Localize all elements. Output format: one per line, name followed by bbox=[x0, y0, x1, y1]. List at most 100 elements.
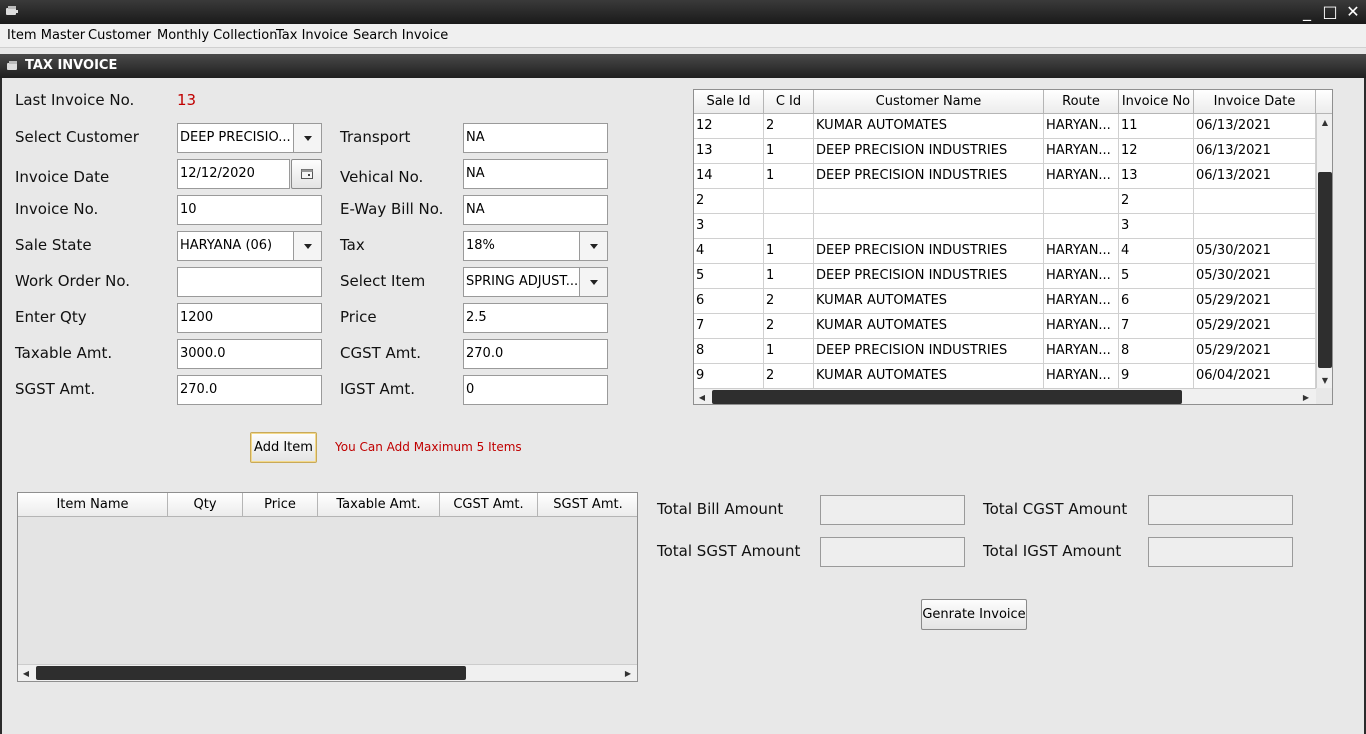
table-cell[interactable]: KUMAR AUTOMATES bbox=[814, 289, 1044, 314]
invoice-hscroll-thumb[interactable] bbox=[712, 390, 1182, 404]
col-c-id[interactable]: C Id bbox=[764, 90, 814, 114]
transport-input[interactable]: NA bbox=[463, 123, 608, 153]
table-cell[interactable]: 13 bbox=[1119, 164, 1194, 189]
menu-monthly-collection[interactable]: Monthly Collection bbox=[157, 28, 278, 43]
col-qty[interactable]: Qty bbox=[168, 493, 243, 517]
table-cell[interactable]: DEEP PRECISION INDUSTRIES bbox=[814, 164, 1044, 189]
table-cell[interactable]: 05/30/2021 bbox=[1194, 264, 1316, 289]
add-item-button[interactable]: Add Item bbox=[250, 432, 317, 463]
scroll-left-icon[interactable]: ◀ bbox=[18, 665, 34, 681]
invoice-table[interactable]: Sale Id C Id Customer Name Route Invoice… bbox=[693, 89, 1333, 405]
close-icon[interactable]: ✕ bbox=[1342, 2, 1364, 22]
table-cell[interactable]: 14 bbox=[694, 164, 764, 189]
qty-input[interactable]: 1200 bbox=[177, 303, 322, 333]
taxable-amt-input[interactable]: 3000.0 bbox=[177, 339, 322, 369]
total-cgst-field[interactable] bbox=[1148, 495, 1293, 525]
table-cell[interactable]: HARYAN... bbox=[1044, 339, 1119, 364]
table-cell[interactable] bbox=[1044, 214, 1119, 239]
table-cell[interactable]: 1 bbox=[764, 339, 814, 364]
chevron-down-icon[interactable] bbox=[293, 124, 321, 152]
table-cell[interactable]: 05/30/2021 bbox=[1194, 239, 1316, 264]
invoice-vscroll-thumb[interactable] bbox=[1318, 172, 1332, 368]
table-cell[interactable]: KUMAR AUTOMATES bbox=[814, 314, 1044, 339]
vehical-input[interactable]: NA bbox=[463, 159, 608, 189]
table-cell[interactable] bbox=[764, 214, 814, 239]
table-cell[interactable]: HARYAN... bbox=[1044, 314, 1119, 339]
table-cell[interactable] bbox=[764, 189, 814, 214]
table-cell[interactable]: 5 bbox=[1119, 264, 1194, 289]
table-cell[interactable]: 4 bbox=[1119, 239, 1194, 264]
sgst-amt-input[interactable]: 270.0 bbox=[177, 375, 322, 405]
total-bill-field[interactable] bbox=[820, 495, 965, 525]
table-cell[interactable]: 06/13/2021 bbox=[1194, 114, 1316, 139]
items-hscroll-thumb[interactable] bbox=[36, 666, 466, 680]
table-cell[interactable] bbox=[814, 214, 1044, 239]
table-cell[interactable]: 2 bbox=[764, 289, 814, 314]
chevron-down-icon[interactable] bbox=[579, 268, 607, 296]
chevron-down-icon[interactable] bbox=[293, 232, 321, 260]
table-cell[interactable]: DEEP PRECISION INDUSTRIES bbox=[814, 139, 1044, 164]
table-cell[interactable] bbox=[1194, 214, 1316, 239]
work-order-input[interactable] bbox=[177, 267, 322, 297]
table-cell[interactable]: 05/29/2021 bbox=[1194, 339, 1316, 364]
invoice-vscrollbar[interactable]: ▲ ▼ bbox=[1316, 114, 1332, 388]
table-cell[interactable]: KUMAR AUTOMATES bbox=[814, 114, 1044, 139]
table-cell[interactable]: 1 bbox=[764, 164, 814, 189]
col-customer-name[interactable]: Customer Name bbox=[814, 90, 1044, 114]
table-cell[interactable]: 3 bbox=[694, 214, 764, 239]
table-cell[interactable]: HARYAN... bbox=[1044, 239, 1119, 264]
menu-item-master[interactable]: Item Master bbox=[7, 28, 85, 43]
col-invoice-date[interactable]: Invoice Date bbox=[1194, 90, 1316, 114]
cgst-amt-input[interactable]: 270.0 bbox=[463, 339, 608, 369]
item-select[interactable]: SPRING ADJUST... bbox=[463, 267, 608, 297]
igst-amt-input[interactable]: 0 bbox=[463, 375, 608, 405]
menu-search-invoice[interactable]: Search Invoice bbox=[353, 28, 448, 43]
sale-state-select[interactable]: HARYANA (06) bbox=[177, 231, 322, 261]
invoice-hscrollbar[interactable]: ◀ ▶ bbox=[694, 388, 1316, 404]
scroll-down-icon[interactable]: ▼ bbox=[1317, 372, 1332, 388]
table-cell[interactable]: 6 bbox=[1119, 289, 1194, 314]
col-route[interactable]: Route bbox=[1044, 90, 1119, 114]
col-sale-id[interactable]: Sale Id bbox=[694, 90, 764, 114]
minimize-icon[interactable]: _ bbox=[1296, 2, 1318, 22]
table-cell[interactable] bbox=[814, 189, 1044, 214]
chevron-down-icon[interactable] bbox=[579, 232, 607, 260]
table-cell[interactable] bbox=[1194, 189, 1316, 214]
table-cell[interactable] bbox=[1044, 189, 1119, 214]
table-cell[interactable]: HARYAN... bbox=[1044, 139, 1119, 164]
items-table[interactable]: Item Name Qty Price Taxable Amt. CGST Am… bbox=[17, 492, 638, 682]
scroll-left-icon[interactable]: ◀ bbox=[694, 389, 710, 404]
table-cell[interactable]: 06/13/2021 bbox=[1194, 139, 1316, 164]
menu-customer[interactable]: Customer bbox=[88, 28, 151, 43]
scroll-right-icon[interactable]: ▶ bbox=[1298, 389, 1314, 404]
table-cell[interactable]: 06/13/2021 bbox=[1194, 164, 1316, 189]
table-cell[interactable]: HARYAN... bbox=[1044, 114, 1119, 139]
table-cell[interactable]: 7 bbox=[1119, 314, 1194, 339]
table-cell[interactable]: 06/04/2021 bbox=[1194, 364, 1316, 389]
table-cell[interactable]: 8 bbox=[1119, 339, 1194, 364]
table-cell[interactable]: DEEP PRECISION INDUSTRIES bbox=[814, 239, 1044, 264]
maximize-icon[interactable]: □ bbox=[1319, 2, 1341, 22]
table-cell[interactable]: DEEP PRECISION INDUSTRIES bbox=[814, 264, 1044, 289]
total-sgst-field[interactable] bbox=[820, 537, 965, 567]
table-cell[interactable]: 1 bbox=[764, 264, 814, 289]
table-cell[interactable]: 05/29/2021 bbox=[1194, 289, 1316, 314]
col-item-name[interactable]: Item Name bbox=[18, 493, 168, 517]
col-invoice-no[interactable]: Invoice No bbox=[1119, 90, 1194, 114]
customer-select[interactable]: DEEP PRECISIO... bbox=[177, 123, 322, 153]
table-cell[interactable]: DEEP PRECISION INDUSTRIES bbox=[814, 339, 1044, 364]
tax-select[interactable]: 18% bbox=[463, 231, 608, 261]
col-price[interactable]: Price bbox=[243, 493, 318, 517]
table-cell[interactable]: 2 bbox=[694, 189, 764, 214]
calendar-button[interactable] bbox=[291, 159, 322, 189]
eway-bill-input[interactable]: NA bbox=[463, 195, 608, 225]
generate-invoice-button[interactable]: Genrate Invoice bbox=[921, 599, 1027, 630]
menu-tax-invoice[interactable]: Tax Invoice bbox=[276, 28, 348, 43]
table-cell[interactable]: 3 bbox=[1119, 214, 1194, 239]
col-sgst-amt[interactable]: SGST Amt. bbox=[538, 493, 637, 517]
table-cell[interactable]: 11 bbox=[1119, 114, 1194, 139]
table-cell[interactable]: 6 bbox=[694, 289, 764, 314]
scroll-up-icon[interactable]: ▲ bbox=[1317, 114, 1332, 130]
table-cell[interactable]: 1 bbox=[764, 239, 814, 264]
table-cell[interactable]: HARYAN... bbox=[1044, 264, 1119, 289]
